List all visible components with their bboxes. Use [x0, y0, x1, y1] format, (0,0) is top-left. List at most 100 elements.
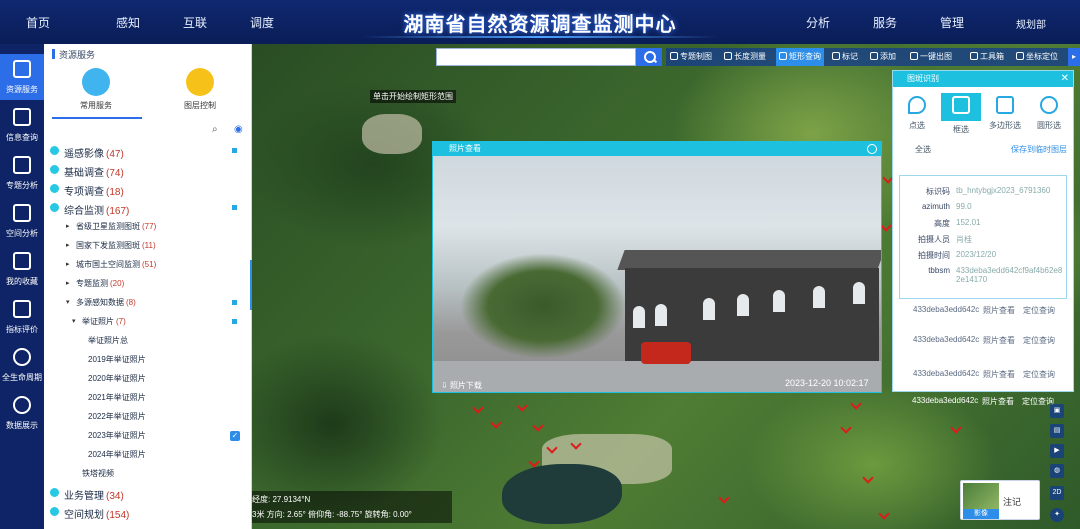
compass-icon[interactable]: ✦: [1050, 508, 1064, 522]
locate-link[interactable]: 定位查询: [1023, 335, 1055, 346]
photo-view-link[interactable]: 照片查看: [983, 335, 1015, 346]
tree-item[interactable]: 综合监测 (167): [44, 199, 252, 217]
close-icon[interactable]: ✕: [1061, 71, 1069, 87]
expand-chevron-icon[interactable]: ▸: [66, 222, 70, 230]
save-temp-layer-button[interactable]: 保存到临时图层: [1011, 144, 1067, 155]
tool-add[interactable]: 添加: [870, 48, 896, 66]
query-box-select[interactable]: 框选: [941, 93, 981, 134]
tree-item[interactable]: 2020年举证照片: [44, 370, 252, 388]
close-icon[interactable]: [867, 144, 877, 154]
tree-item-label: 2022年举证照片: [88, 412, 146, 421]
filter-icon[interactable]: ⌕: [212, 124, 218, 135]
image-icon[interactable]: ▤: [1050, 424, 1064, 438]
tool-export-map[interactable]: 一键出图: [910, 48, 952, 66]
zoom-icon[interactable]: ▣: [1050, 404, 1064, 418]
rail-label: 空间分析: [6, 229, 38, 238]
tree-item[interactable]: ▾ 举证照片 (7): [44, 313, 252, 331]
query-polygon-select[interactable]: 多边形选: [985, 93, 1025, 131]
tool-thematic-map[interactable]: 专题制图: [670, 48, 712, 66]
tree-item-label: 专项调查 (18): [64, 187, 124, 198]
tree-item[interactable]: 2024年举证照片: [44, 446, 252, 464]
category-dot-icon: [50, 507, 59, 516]
rail-spatial-analysis[interactable]: 空间分析: [0, 198, 44, 244]
tree-item[interactable]: 2022年举证照片: [44, 408, 252, 426]
query-circle-select[interactable]: 圆形选: [1029, 93, 1069, 131]
locate-link[interactable]: 定位查询: [1023, 305, 1055, 316]
layer-checkbox[interactable]: ✓: [230, 431, 240, 441]
map-water: [502, 464, 622, 524]
search-button[interactable]: [636, 48, 662, 66]
tree-item[interactable]: ▾ 多源感知数据 (8): [44, 294, 252, 312]
photo-view-link[interactable]: 照片查看: [982, 396, 1014, 407]
toolbar-more-icon[interactable]: ▸: [1068, 48, 1080, 66]
layer-toggle[interactable]: [232, 205, 237, 210]
service-common[interactable]: 常用服务: [66, 68, 126, 111]
tree-item[interactable]: ▸ 城市国土空间监测 (51): [44, 256, 252, 274]
rail-info-query[interactable]: 信息查询: [0, 102, 44, 148]
rail-resource-service[interactable]: 资源服务: [0, 54, 44, 100]
expand-chevron-icon[interactable]: ▸: [66, 260, 70, 268]
photo-view-link[interactable]: 照片查看: [983, 305, 1015, 316]
tree-item[interactable]: ▸ 专题监测 (20): [44, 275, 252, 293]
tool-coordinate[interactable]: 坐标定位: [1016, 48, 1058, 66]
tool-mark[interactable]: 标记: [832, 48, 858, 66]
category-dot-icon: [50, 146, 59, 155]
tree-item[interactable]: 遥感影像 (47): [44, 142, 252, 160]
tree-item-label: 业务管理 (34): [64, 491, 124, 502]
tree-item[interactable]: 空间规划 (154): [44, 503, 252, 521]
left-rail: 资源服务 信息查询 专题分析 空间分析 我的收藏 指标评价 全生命周期 数据展示: [0, 44, 44, 529]
tree-item[interactable]: 2023年举证照片 ✓: [44, 427, 252, 445]
photo-view-link[interactable]: 照片查看: [983, 369, 1015, 380]
tool-toolbox[interactable]: 工具箱: [970, 48, 1004, 66]
nav-manage[interactable]: 管理: [940, 14, 964, 31]
list-item: 433deba3edd642c 照片查看 定位查询: [913, 335, 1055, 346]
map-status-bar: 经度: 27.9134°N 3米 方向: 2.65° 俯仰角: -88.75° …: [252, 491, 452, 523]
expand-chevron-icon[interactable]: ▸: [66, 241, 70, 249]
map-search-input[interactable]: [436, 48, 636, 66]
circle-icon: [1040, 96, 1058, 114]
tree-item-label: 举证照片 (7): [82, 317, 126, 326]
tree-item[interactable]: 2019年举证照片: [44, 351, 252, 369]
tree-item[interactable]: ▸ 国家下发监测图斑 (11): [44, 237, 252, 255]
list-item: 433deba3edd642c 照片查看 定位查询: [913, 305, 1055, 316]
rail-topic-analysis[interactable]: 专题分析: [0, 150, 44, 196]
expand-chevron-icon[interactable]: ▾: [72, 317, 76, 325]
rail-lifecycle[interactable]: 全生命周期: [0, 342, 44, 388]
globe-icon[interactable]: ◍: [1050, 464, 1064, 478]
query-point-select[interactable]: 点选: [897, 93, 937, 131]
service-layer-control[interactable]: 图层控制: [170, 68, 230, 111]
tree-item[interactable]: 举证照片总: [44, 332, 252, 350]
video-icon[interactable]: ▶: [1050, 444, 1064, 458]
service-label: 常用服务: [80, 101, 112, 110]
layer-toggle[interactable]: [232, 319, 237, 324]
mode-2d-button[interactable]: 2D: [1050, 486, 1064, 500]
rail-data-display[interactable]: 数据展示: [0, 390, 44, 436]
tree-item[interactable]: 业务管理 (34): [44, 484, 252, 502]
tree-item[interactable]: 铁塔视频: [44, 465, 252, 483]
category-dot-icon: [50, 184, 59, 193]
basemap-switcher[interactable]: 影像 注记: [960, 480, 1040, 520]
photo-download-button[interactable]: ⇩ 照片下载: [441, 380, 482, 391]
layer-toggle[interactable]: [232, 300, 237, 305]
nav-service[interactable]: 服务: [873, 14, 897, 31]
tree-item[interactable]: 基础调查 (74): [44, 161, 252, 179]
nav-analysis[interactable]: 分析: [806, 14, 830, 31]
tool-rect-query[interactable]: 矩形查询: [776, 48, 824, 66]
tree-item[interactable]: 2021年举证照片: [44, 389, 252, 407]
eye-icon[interactable]: ◉: [234, 124, 243, 135]
rail-favorites[interactable]: 我的收藏: [0, 246, 44, 292]
rail-label: 我的收藏: [6, 277, 38, 286]
tree-item-label: 多源感知数据 (8): [76, 298, 136, 307]
user-name[interactable]: 规划部: [1016, 16, 1046, 31]
layer-toggle[interactable]: [232, 148, 237, 153]
tree-item[interactable]: ▸ 省级卫星监测图斑 (77): [44, 218, 252, 236]
rail-indicator-eval[interactable]: 指标评价: [0, 294, 44, 340]
expand-chevron-icon[interactable]: ▾: [66, 298, 70, 306]
layers-icon: [186, 68, 214, 96]
tool-measure-length[interactable]: 长度测量: [724, 48, 766, 66]
expand-chevron-icon[interactable]: ▸: [66, 279, 70, 287]
select-all-button[interactable]: 全选: [915, 144, 931, 155]
tree-item[interactable]: 专项调查 (18): [44, 180, 252, 198]
rail-label: 信息查询: [6, 133, 38, 142]
locate-link[interactable]: 定位查询: [1023, 369, 1055, 380]
